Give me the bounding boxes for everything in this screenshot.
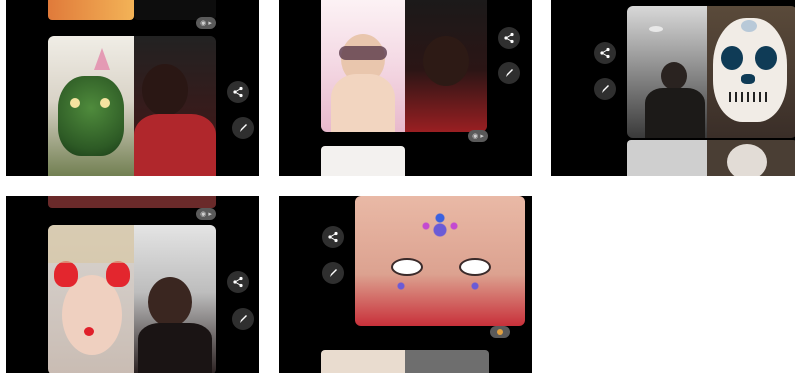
edit-icon xyxy=(240,124,247,132)
photo-strip-bottom xyxy=(321,146,405,176)
person-right xyxy=(405,0,487,132)
share-button[interactable] xyxy=(227,271,249,293)
person-left-strawberry-filter xyxy=(48,225,134,373)
thumbnail-5[interactable] xyxy=(279,196,532,373)
edit-button[interactable] xyxy=(322,262,344,284)
status-badge: ◉ ▸ xyxy=(468,130,488,142)
edit-icon xyxy=(602,85,609,93)
edit-button[interactable] xyxy=(498,62,520,84)
photo-strip-top xyxy=(48,0,134,20)
thumbnail-1[interactable]: ◉ ▸ xyxy=(6,0,259,176)
edit-button[interactable] xyxy=(232,308,254,330)
edit-button[interactable] xyxy=(594,78,616,100)
video-call-frame xyxy=(48,36,216,176)
photo-strip-bottom xyxy=(321,350,489,373)
share-icon xyxy=(600,47,610,59)
photo-strip-bottom xyxy=(627,140,795,176)
emoji-icon xyxy=(497,329,503,335)
video-call-frame xyxy=(321,0,487,132)
status-badge: ◉ ▸ xyxy=(196,208,216,220)
share-button[interactable] xyxy=(322,226,344,248)
thumbnail-3[interactable] xyxy=(551,0,795,176)
status-badge: ◉ ▸ xyxy=(196,17,216,29)
thumbnail-2[interactable]: ◉ ▸ xyxy=(279,0,532,176)
share-button[interactable] xyxy=(594,42,616,64)
photo-face-gems xyxy=(355,196,525,326)
person-left-dragon-filter xyxy=(48,36,134,176)
person-right xyxy=(134,225,216,373)
video-call-frame xyxy=(627,6,795,138)
person-right-skull-makeup xyxy=(707,6,795,138)
edit-icon xyxy=(506,69,513,77)
person-left-room xyxy=(627,6,707,138)
share-icon xyxy=(233,276,243,288)
share-button[interactable] xyxy=(498,27,520,49)
person-left-snow-filter xyxy=(321,0,405,132)
edit-icon xyxy=(330,269,337,277)
share-icon xyxy=(504,32,514,44)
edit-button[interactable] xyxy=(232,117,254,139)
video-call-frame xyxy=(48,225,216,373)
photo-strip-top xyxy=(48,196,216,208)
share-icon xyxy=(328,231,338,243)
share-button[interactable] xyxy=(227,81,249,103)
reaction-badge xyxy=(490,326,510,338)
share-icon xyxy=(233,86,243,98)
person-right xyxy=(134,36,216,176)
edit-icon xyxy=(240,315,247,323)
thumbnail-4[interactable]: ◉ ▸ xyxy=(6,196,259,373)
